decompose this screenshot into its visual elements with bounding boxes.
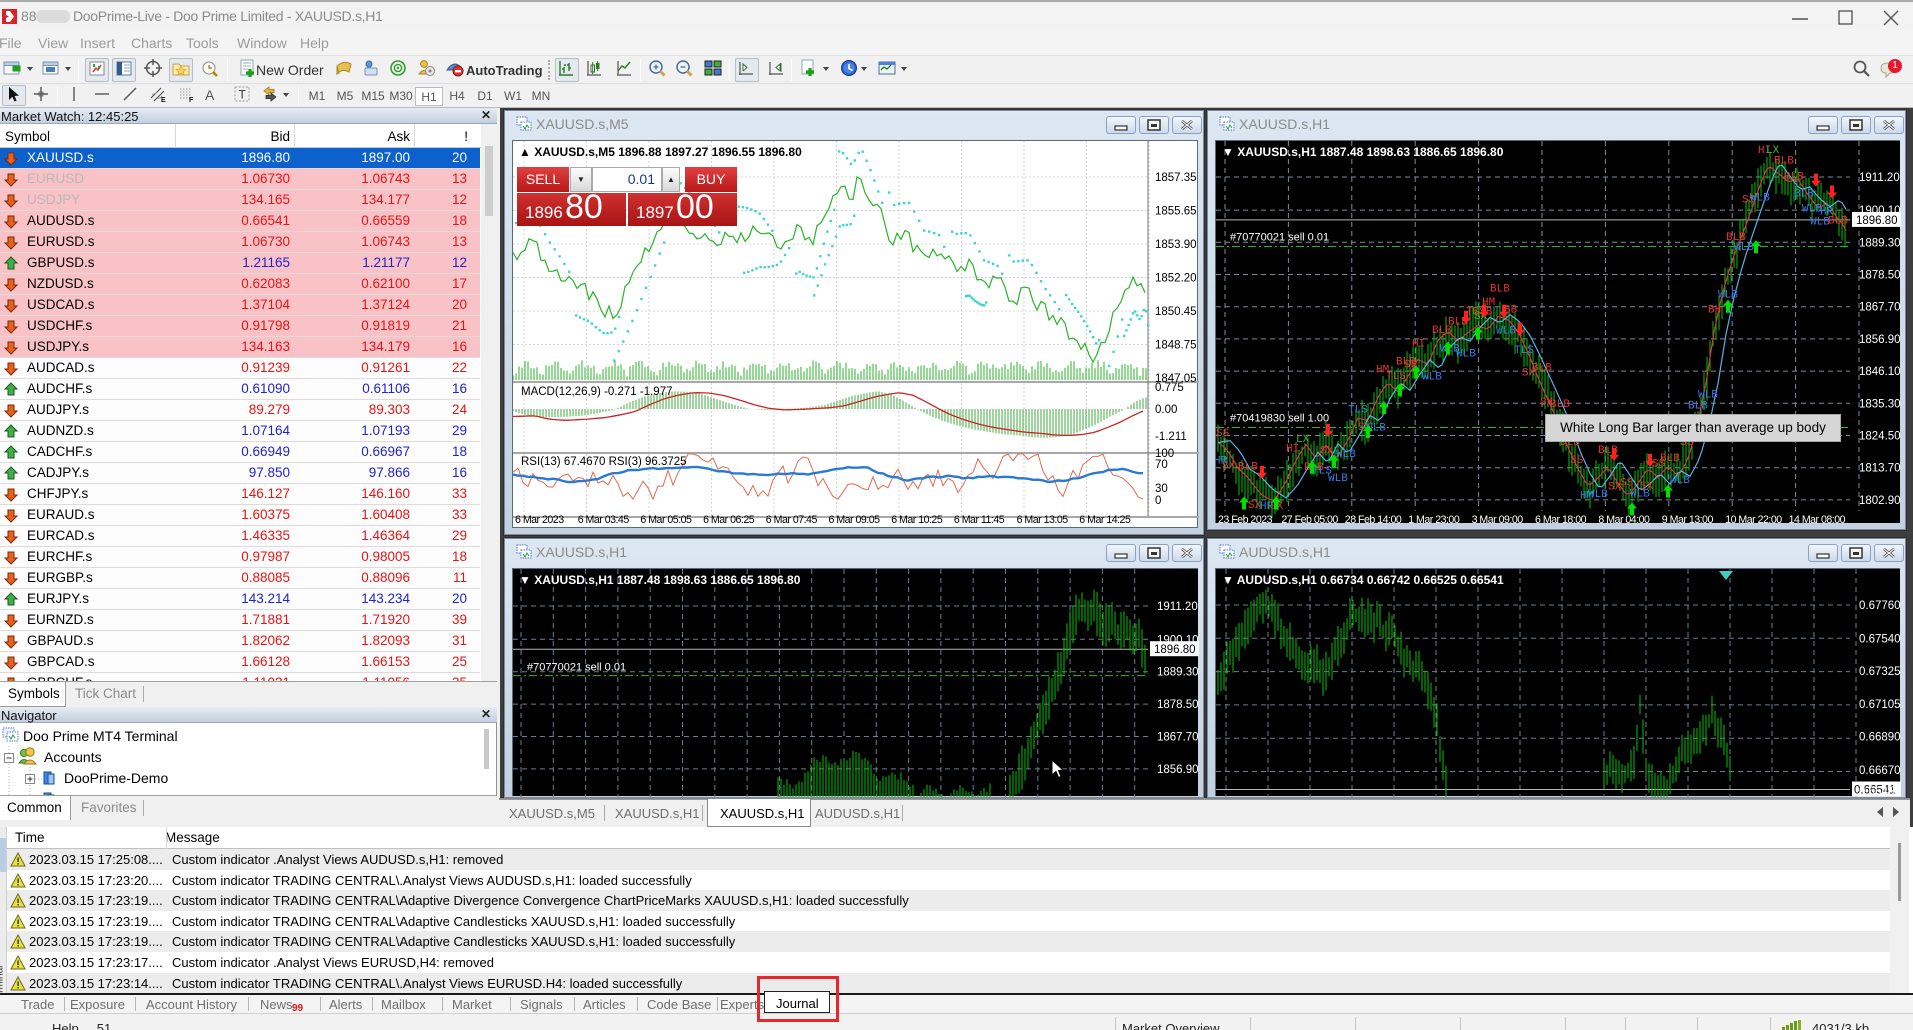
svg-text:-1.211: -1.211	[1155, 431, 1187, 443]
svg-text:6 Mar 03:45: 6 Mar 03:45	[578, 514, 630, 526]
svg-text:1846.10: 1846.10	[1157, 796, 1199, 797]
svg-text:9 Mar 13:00: 9 Mar 13:00	[1662, 514, 1714, 524]
svg-text:1852.20: 1852.20	[1155, 273, 1197, 285]
svg-text:0.67760: 0.67760	[1859, 600, 1901, 612]
svg-text:6 Mar 2023: 6 Mar 2023	[515, 514, 564, 526]
svg-text:WLB: WLB	[1456, 348, 1476, 360]
svg-text:70: 70	[1155, 459, 1168, 471]
svg-text:BLB: BLB	[1532, 363, 1552, 375]
svg-text:SX: SX	[1320, 445, 1334, 457]
svg-text:T: T	[239, 88, 247, 102]
svg-text:6 Mar 05:05: 6 Mar 05:05	[640, 514, 692, 526]
svg-text:1889.30: 1889.30	[1859, 237, 1901, 249]
svg-text:28 Feb 14:00: 28 Feb 14:00	[1345, 514, 1402, 524]
svg-text:6 Mar 06:25: 6 Mar 06:25	[703, 514, 755, 526]
svg-text:TLS: TLS	[1348, 405, 1368, 417]
svg-text:BLB: BLB	[1550, 399, 1570, 411]
svg-text:BH: BH	[1708, 305, 1721, 317]
svg-text:3 Mar 09:00: 3 Mar 09:00	[1472, 514, 1524, 524]
svg-text:0.66890: 0.66890	[1859, 732, 1901, 744]
svg-text:HI: HI	[1412, 338, 1425, 350]
svg-text:1853.90: 1853.90	[1155, 239, 1197, 251]
svg-text:1846.10: 1846.10	[1859, 366, 1901, 378]
svg-text:LX: LX	[1296, 434, 1310, 446]
svg-text:27 Feb 05:00: 27 Feb 05:00	[1281, 514, 1338, 524]
svg-text:0: 0	[1155, 495, 1161, 507]
svg-text:1878.50: 1878.50	[1859, 270, 1901, 282]
svg-text:WLB: WLB	[1336, 449, 1356, 461]
svg-text:TLS: TLS	[1386, 371, 1406, 383]
svg-text:6 Mar 10:25: 6 Mar 10:25	[891, 514, 943, 526]
svg-text:RSI(13) 67.4670 RSI(3) 96.372: RSI(13) 67.4670 RSI(3) 96.3725	[521, 456, 687, 468]
svg-text:0.00: 0.00	[1155, 404, 1177, 416]
svg-text:1878.50: 1878.50	[1157, 699, 1199, 711]
svg-text:1867.70: 1867.70	[1859, 302, 1901, 314]
svg-text:0.775: 0.775	[1155, 382, 1184, 394]
svg-text:0.66455: 0.66455	[1859, 786, 1901, 797]
svg-text:SS: SS	[1216, 428, 1230, 440]
svg-text:TLS: TLS	[1514, 345, 1534, 357]
svg-text:WLB: WLB	[1496, 325, 1516, 337]
svg-text:1855.65: 1855.65	[1155, 206, 1197, 218]
svg-text:1896.80: 1896.80	[1856, 215, 1898, 227]
svg-text:BLB: BLB	[1784, 171, 1804, 183]
svg-text:BLB: BLB	[1828, 215, 1848, 227]
svg-text:#70770021 sell 0.01: #70770021 sell 0.01	[527, 662, 626, 674]
svg-text:1 Mar 23:00: 1 Mar 23:00	[1408, 514, 1460, 524]
svg-text:F: F	[189, 97, 194, 104]
svg-text:1813.70: 1813.70	[1859, 463, 1901, 475]
svg-text:6 Mar 11:45: 6 Mar 11:45	[954, 514, 1005, 526]
svg-text:BLB: BLB	[1490, 284, 1510, 296]
svg-text:1848.75: 1848.75	[1155, 340, 1197, 352]
svg-text:1911.20: 1911.20	[1157, 601, 1198, 613]
svg-text:WLB: WLB	[1670, 475, 1690, 487]
svg-text:WLB: WLB	[1698, 389, 1718, 401]
svg-text:6 Mar 14:25: 6 Mar 14:25	[1079, 514, 1131, 526]
svg-text:1896.80: 1896.80	[1154, 644, 1196, 656]
svg-text:0.66670: 0.66670	[1859, 765, 1901, 777]
svg-text:0.67105: 0.67105	[1859, 699, 1901, 711]
svg-text:WLB: WLB	[1734, 242, 1754, 254]
svg-text:#70770021 sell 0.01: #70770021 sell 0.01	[1230, 232, 1329, 244]
svg-text:BLB: BLB	[1794, 188, 1814, 200]
svg-text:WLB: WLB	[1328, 473, 1348, 485]
svg-text:23 Feb 2023: 23 Feb 2023	[1218, 514, 1273, 524]
svg-text:WLB: WLB	[1422, 371, 1442, 383]
svg-text:WLB: WLB	[1750, 193, 1770, 205]
svg-text:#70419830 sell 1.00: #70419830 sell 1.00	[1230, 412, 1329, 424]
svg-text:MACD(12,26,9) -0.271 -1.977: MACD(12,26,9) -0.271 -1.977	[521, 386, 673, 398]
svg-text:WLB: WLB	[1588, 489, 1608, 501]
svg-text:SS: SS	[1570, 455, 1584, 467]
svg-text:1850.45: 1850.45	[1155, 306, 1197, 318]
svg-text:BLB: BLB	[1688, 400, 1708, 412]
svg-text:1824.50: 1824.50	[1859, 431, 1901, 443]
svg-text:1856.90: 1856.90	[1859, 334, 1901, 346]
svg-text:1911.20: 1911.20	[1859, 172, 1900, 184]
svg-text:14 Mar 08:00: 14 Mar 08:00	[1789, 514, 1846, 524]
svg-text:0.67540: 0.67540	[1859, 633, 1901, 645]
svg-text:10 Mar 22:00: 10 Mar 22:00	[1725, 514, 1782, 524]
svg-text:1856.90: 1856.90	[1157, 764, 1199, 776]
svg-text:6 Mar 18:00: 6 Mar 18:00	[1535, 514, 1587, 524]
svg-text:1857.35: 1857.35	[1155, 172, 1197, 184]
svg-text:0.67325: 0.67325	[1859, 666, 1901, 678]
svg-text:WLB: WLB	[1718, 290, 1738, 302]
svg-text:1835.30: 1835.30	[1859, 398, 1901, 410]
svg-text:6 Mar 09:05: 6 Mar 09:05	[829, 514, 881, 526]
svg-text:SX: SX	[1640, 481, 1654, 493]
svg-text:BLB: BLB	[1660, 453, 1680, 465]
svg-text:1867.70: 1867.70	[1157, 732, 1199, 744]
svg-text:BLB: BLB	[1774, 155, 1794, 167]
svg-text:6 Mar 13:05: 6 Mar 13:05	[1017, 514, 1069, 526]
svg-text:8 Mar 04:00: 8 Mar 04:00	[1598, 514, 1650, 524]
svg-text:BLB: BLB	[1238, 462, 1258, 474]
svg-text:30: 30	[1155, 483, 1168, 495]
svg-text:6 Mar 07:45: 6 Mar 07:45	[766, 514, 818, 526]
svg-text:1889.30: 1889.30	[1157, 667, 1199, 679]
svg-text:1802.90: 1802.90	[1859, 495, 1901, 507]
svg-text:HR: HR	[1216, 456, 1228, 468]
svg-text:E: E	[161, 97, 166, 104]
